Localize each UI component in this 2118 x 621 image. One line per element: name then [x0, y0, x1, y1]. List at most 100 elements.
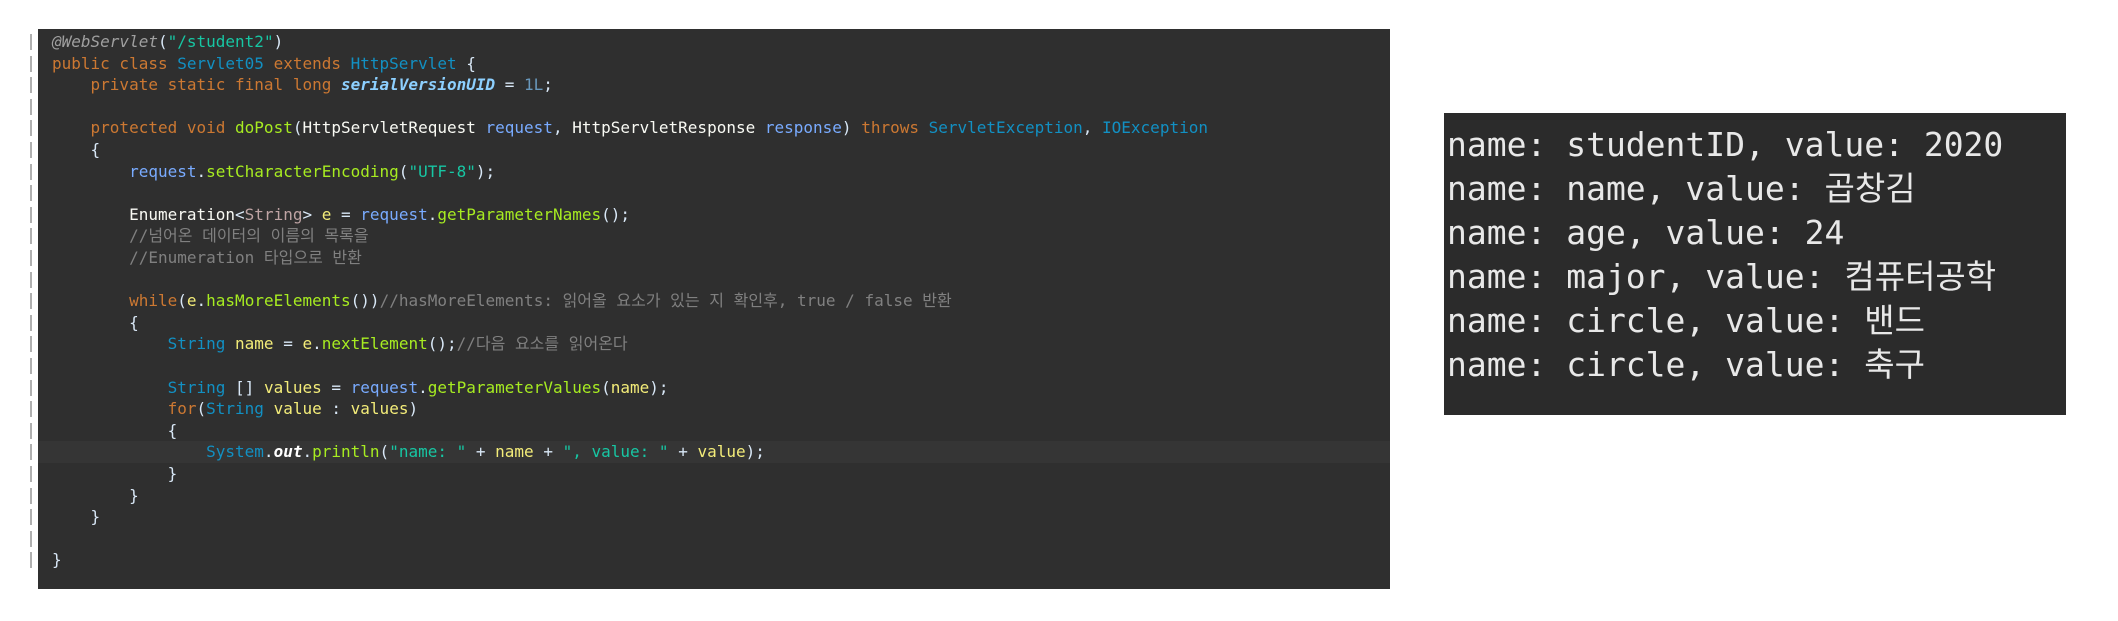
- code-line-text: Enumeration<String> e = request.getParam…: [52, 204, 630, 226]
- code-line[interactable]: System.out.println("name: " + name + ", …: [38, 441, 1390, 463]
- code-token: 1L: [524, 75, 544, 95]
- code-token: .: [196, 161, 207, 181]
- code-token: request: [350, 377, 419, 397]
- code-token: values: [350, 399, 409, 419]
- code-line[interactable]: [38, 355, 1390, 377]
- line-number-fragment: [30, 55, 34, 72]
- code-line[interactable]: //넘어온 데이터의 이름의 목록을: [38, 225, 1390, 247]
- code-token: .: [196, 291, 207, 311]
- code-line-text: //Enumeration 타입으로 반환: [52, 247, 362, 269]
- code-token: request: [485, 118, 553, 138]
- code-token: {: [52, 312, 139, 332]
- code-token: =: [495, 75, 525, 95]
- code-token: value: [697, 442, 746, 462]
- line-number-fragment: [30, 530, 34, 547]
- code-token: //Enumeration 타입으로 반환: [52, 248, 362, 267]
- code-line-text: private static final long serialVersionU…: [52, 74, 553, 96]
- code-token: }: [52, 464, 178, 483]
- line-number-fragment: [30, 487, 34, 504]
- code-line[interactable]: @WebServlet("/student2"): [38, 31, 1390, 53]
- code-line[interactable]: public class Servlet05 extends HttpServl…: [38, 53, 1390, 75]
- code-line[interactable]: }: [38, 506, 1390, 528]
- line-number-fragment: [30, 552, 34, 569]
- line-number-fragment: [30, 314, 34, 331]
- code-line-text: System.out.println("name: " + name + ", …: [52, 441, 765, 463]
- code-line-text: }: [52, 549, 62, 571]
- code-token: nextElement: [321, 334, 428, 354]
- code-token: String: [52, 377, 236, 397]
- code-token: ();: [427, 334, 457, 354]
- line-number-fragment: [30, 142, 34, 158]
- code-token: );: [649, 377, 669, 397]
- code-token: HttpServletResponse: [572, 118, 765, 138]
- code-token: ,: [552, 118, 573, 138]
- code-token: IOException: [1102, 118, 1208, 138]
- code-token: throws: [861, 118, 929, 138]
- code-line[interactable]: Enumeration<String> e = request.getParam…: [38, 204, 1390, 226]
- code-token: e: [302, 334, 313, 354]
- code-line[interactable]: request.setCharacterEncoding("UTF-8");: [38, 161, 1390, 183]
- line-number-fragment: [30, 293, 34, 310]
- code-line[interactable]: [38, 269, 1390, 291]
- line-number-fragment: [30, 250, 34, 266]
- code-line[interactable]: [38, 96, 1390, 118]
- code-token: ();: [601, 204, 631, 224]
- code-token: //hasMoreElements: 읽어올 요소가 있는 지 확인후, tru…: [379, 291, 952, 311]
- code-line[interactable]: String [] values = request.getParameterV…: [38, 377, 1390, 399]
- code-token: <: [235, 204, 245, 224]
- code-line[interactable]: while(e.hasMoreElements())//hasMoreEleme…: [38, 290, 1390, 312]
- code-line[interactable]: private static final long serialVersionU…: [38, 74, 1390, 96]
- code-token: e: [321, 204, 332, 224]
- code-line[interactable]: }: [38, 463, 1390, 485]
- code-token: name: [610, 377, 650, 397]
- code-token: .: [418, 377, 428, 397]
- code-token: =: [321, 377, 351, 397]
- code-token: .: [302, 442, 313, 462]
- code-line[interactable]: for(String value : values): [38, 398, 1390, 420]
- code-line-text: {: [52, 312, 139, 334]
- code-token: ServletException: [928, 118, 1083, 138]
- code-line-text: protected void doPost(HttpServletRequest…: [52, 117, 1208, 139]
- code-token: protected void: [52, 118, 236, 138]
- code-line[interactable]: {: [38, 139, 1390, 161]
- code-token: "/student2": [167, 32, 274, 51]
- code-token: e: [186, 291, 197, 311]
- code-line-text: @WebServlet("/student2"): [52, 31, 283, 53]
- line-number-fragment: [30, 271, 34, 288]
- code-token: );: [745, 442, 765, 462]
- code-line[interactable]: }: [38, 485, 1390, 507]
- code-token: Servlet05: [177, 53, 264, 73]
- line-number-fragment: [30, 422, 34, 439]
- line-number-fragment: [30, 336, 34, 353]
- code-line[interactable]: }: [38, 549, 1390, 571]
- code-line[interactable]: protected void doPost(HttpServletRequest…: [38, 117, 1390, 139]
- code-token: getParameterNames: [437, 204, 602, 224]
- code-line[interactable]: String name = e.nextElement();//다음 요소를 읽…: [38, 333, 1390, 355]
- line-number-fragment: [30, 228, 34, 245]
- code-line[interactable]: [38, 528, 1390, 550]
- code-line-text: request.setCharacterEncoding("UTF-8");: [52, 161, 495, 183]
- code-token: values: [263, 377, 322, 397]
- code-line[interactable]: {: [38, 312, 1390, 334]
- code-token: {: [52, 420, 178, 440]
- console-line: name: circle, value: 밴드: [1447, 301, 1925, 340]
- line-number-fragment: [30, 509, 34, 526]
- code-token: }: [52, 550, 62, 570]
- code-token: (: [601, 377, 611, 397]
- code-token: private static final long: [52, 75, 341, 95]
- code-token: (: [398, 161, 409, 181]
- code-token: request: [52, 161, 197, 181]
- code-token: System: [52, 442, 264, 462]
- code-line[interactable]: //Enumeration 타입으로 반환: [38, 247, 1390, 269]
- line-number-fragment: [30, 77, 34, 94]
- code-line[interactable]: [38, 182, 1390, 204]
- line-number-fragment: [30, 358, 34, 374]
- code-line[interactable]: {: [38, 420, 1390, 442]
- code-token: >: [302, 204, 322, 224]
- code-editor[interactable]: @WebServlet("/student2") public class Ser…: [38, 29, 1390, 589]
- line-number-fragment: [30, 444, 34, 461]
- console-line: name: circle, value: 축구: [1447, 345, 1925, 384]
- code-token: public class: [52, 53, 178, 73]
- code-token: .: [312, 334, 322, 354]
- code-line-text: }: [52, 463, 178, 485]
